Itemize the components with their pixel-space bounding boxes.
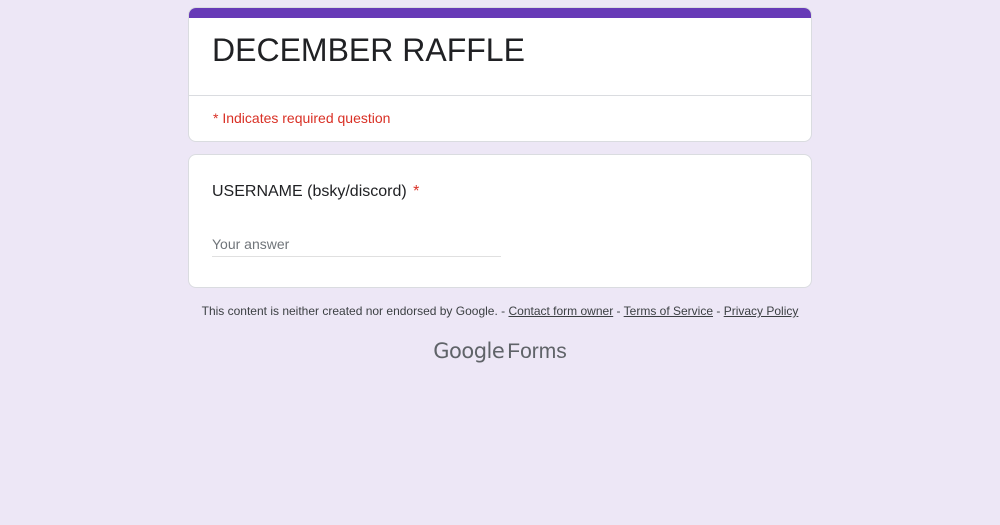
required-question-note: * Indicates required question xyxy=(213,110,391,126)
form-accent-bar xyxy=(189,8,811,18)
footer-separator: - xyxy=(613,304,624,318)
required-asterisk: * xyxy=(413,183,420,200)
question-title: USERNAME (bsky/discord) * xyxy=(212,182,419,202)
footer-separator: - xyxy=(713,304,724,318)
google-forms-logo[interactable]: Google Forms xyxy=(0,337,1000,366)
footer-separator: - xyxy=(497,304,509,318)
form-header-card: DECEMBER RAFFLE * Indicates required que… xyxy=(188,7,812,142)
contact-form-owner-link[interactable]: Contact form owner xyxy=(508,304,613,318)
question-label: USERNAME (bsky/discord) xyxy=(212,183,407,200)
username-answer-input[interactable] xyxy=(212,231,501,257)
question-card-username: USERNAME (bsky/discord) * xyxy=(188,154,812,288)
form-title: DECEMBER RAFFLE xyxy=(212,32,525,68)
footer-disclaimer: This content is neither created nor endo… xyxy=(201,304,498,318)
forms-wordmark: Forms xyxy=(507,340,567,363)
footer: This content is neither created nor endo… xyxy=(0,303,1000,319)
header-divider xyxy=(189,95,811,96)
privacy-policy-link[interactable]: Privacy Policy xyxy=(724,304,799,318)
terms-of-service-link[interactable]: Terms of Service xyxy=(624,304,713,318)
google-wordmark: Google xyxy=(433,339,505,363)
